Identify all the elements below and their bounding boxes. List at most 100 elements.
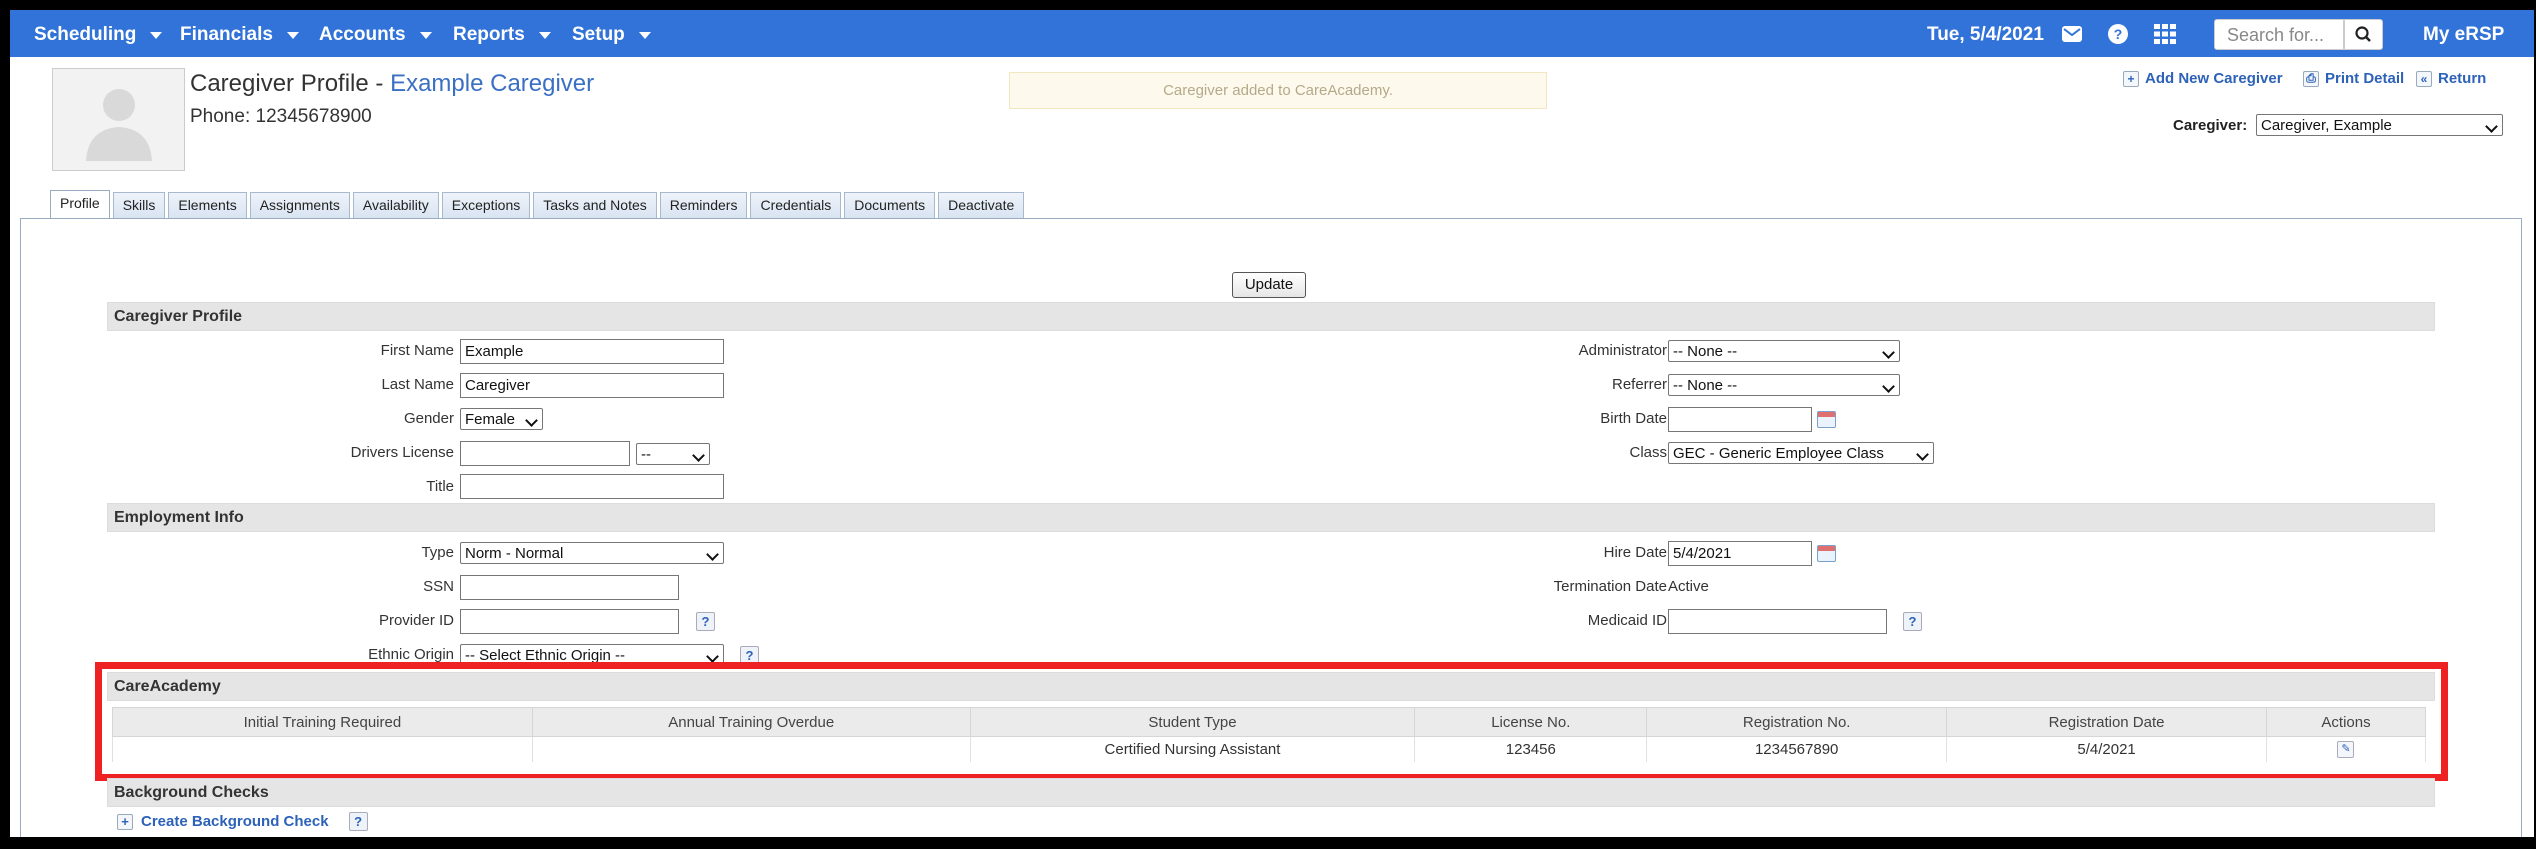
plus-icon: + [2123,70,2139,87]
ethnic-origin-label: Ethnic Origin [368,646,454,663]
nav-accounts[interactable]: Accounts [319,24,432,46]
drivers-license-label: Drivers License [350,444,454,461]
type-label: Type [421,544,454,561]
tab-exceptions[interactable]: Exceptions [441,192,531,218]
last-name-label: Last Name [381,376,454,393]
referrer-select[interactable]: -- None -- [1668,374,1900,396]
tab-elements[interactable]: Elements [168,192,247,218]
top-nav-bar: Scheduling Financials Accounts Reports S… [10,10,2534,57]
drivers-license-field[interactable] [460,441,630,466]
administrator-select[interactable]: -- None -- [1668,340,1900,362]
nav-label: Reports [453,24,525,45]
first-name-field[interactable]: Example [460,339,724,364]
print-detail-link[interactable]: ⎙ Print Detail [2303,70,2404,87]
nav-label: Financials [180,24,273,45]
highlight-box [95,662,2448,781]
chevron-down-icon [419,31,432,39]
termination-date-label: Termination Date [1553,578,1667,595]
section-header-caregiver-profile: Caregiver Profile [107,302,2435,331]
current-date: Tue, 5/4/2021 [1927,24,2044,45]
type-select[interactable]: Norm - Normal [460,542,724,564]
class-select[interactable]: GEC - Generic Employee Class [1668,442,1934,464]
return-link[interactable]: « Return [2416,70,2486,87]
nav-scheduling[interactable]: Scheduling [34,24,163,46]
printer-icon: ⎙ [2303,70,2319,87]
help-icon[interactable]: ? [1903,612,1922,631]
referrer-label: Referrer [1611,376,1667,393]
create-background-check-link[interactable]: + Create Background Check ? [117,812,368,831]
mail-icon[interactable] [2060,22,2084,46]
calendar-icon[interactable] [1817,545,1836,562]
caregiver-name: Example Caregiver [390,70,595,97]
phone-number: Phone: 12345678900 [190,106,372,127]
ssn-field[interactable] [460,575,679,600]
medicaid-id-label: Medicaid ID [1587,612,1667,629]
ssn-label: SSN [423,578,454,595]
search-icon [2355,26,2371,42]
class-label: Class [1629,444,1667,461]
tab-availability[interactable]: Availability [352,192,439,218]
add-new-caregiver-link[interactable]: + Add New Caregiver [2123,70,2283,87]
tab-profile[interactable]: Profile [50,190,110,218]
calendar-icon[interactable] [1817,411,1836,428]
screen-frame: Scheduling Financials Accounts Reports S… [0,0,2536,849]
caregiver-select-label: Caregiver: [2173,117,2248,134]
chevron-down-icon [150,31,163,39]
help-icon[interactable]: ? [2106,22,2130,46]
last-name-field[interactable]: Caregiver [460,373,724,398]
page-title: Caregiver Profile - Example Caregiver [190,70,594,98]
flash-message: Caregiver added to CareAcademy. [1009,72,1547,109]
chevron-down-icon [538,31,551,39]
provider-id-label: Provider ID [378,612,454,629]
plus-icon: + [117,813,133,830]
link-label: Return [2438,70,2487,87]
tab-reminders[interactable]: Reminders [659,192,748,218]
chevron-down-icon [638,31,651,39]
tab-deactivate[interactable]: Deactivate [938,192,1025,218]
tab-credentials[interactable]: Credentials [750,192,842,218]
provider-id-field[interactable] [460,609,679,634]
birth-date-field[interactable] [1668,407,1812,432]
nav-label: Scheduling [34,24,137,45]
birth-date-label: Birth Date [1600,410,1667,427]
app-window: Scheduling Financials Accounts Reports S… [10,10,2534,837]
hire-date-field[interactable]: 5/4/2021 [1668,541,1812,566]
link-label: Create Background Check [141,813,329,830]
section-header-employment-info: Employment Info [107,503,2435,532]
search-button[interactable] [2344,19,2383,50]
link-label: Add New Caregiver [2145,70,2283,87]
help-icon[interactable]: ? [696,612,715,631]
svg-text:?: ? [2114,26,2123,42]
search-input[interactable]: Search for... [2214,19,2344,50]
tab-documents[interactable]: Documents [844,192,936,218]
hire-date-label: Hire Date [1603,544,1667,561]
tab-assignments[interactable]: Assignments [249,192,350,218]
back-arrow-icon: « [2416,70,2432,87]
apps-grid-icon[interactable] [2153,22,2177,46]
first-name-label: First Name [380,342,454,359]
gender-label: Gender [403,410,454,427]
chevron-down-icon [286,31,299,39]
section-header-background-checks: Background Checks [107,778,2435,807]
nav-label: Setup [572,24,625,45]
link-label: Print Detail [2325,70,2405,87]
my-ersp-menu[interactable]: My eRSP [2423,24,2504,46]
drivers-license-state-select[interactable]: -- [636,443,710,465]
avatar-placeholder-icon [86,89,152,161]
nav-label: Accounts [319,24,406,45]
nav-financials[interactable]: Financials [180,24,299,46]
gender-select[interactable]: Female [460,408,543,430]
nav-setup[interactable]: Setup [572,24,651,46]
nav-reports[interactable]: Reports [453,24,551,46]
medicaid-id-field[interactable] [1668,609,1887,634]
title-prefix: Caregiver Profile - [190,70,391,97]
caregiver-select[interactable]: Caregiver, Example [2256,114,2503,136]
tab-skills[interactable]: Skills [112,192,166,218]
avatar [52,68,185,171]
title-field[interactable] [460,474,724,499]
update-button[interactable]: Update [1232,272,1306,298]
tab-tasks-and-notes[interactable]: Tasks and Notes [533,192,657,218]
help-icon[interactable]: ? [348,812,368,831]
termination-date-value: Active [1668,578,1709,595]
title-label: Title [426,478,454,495]
